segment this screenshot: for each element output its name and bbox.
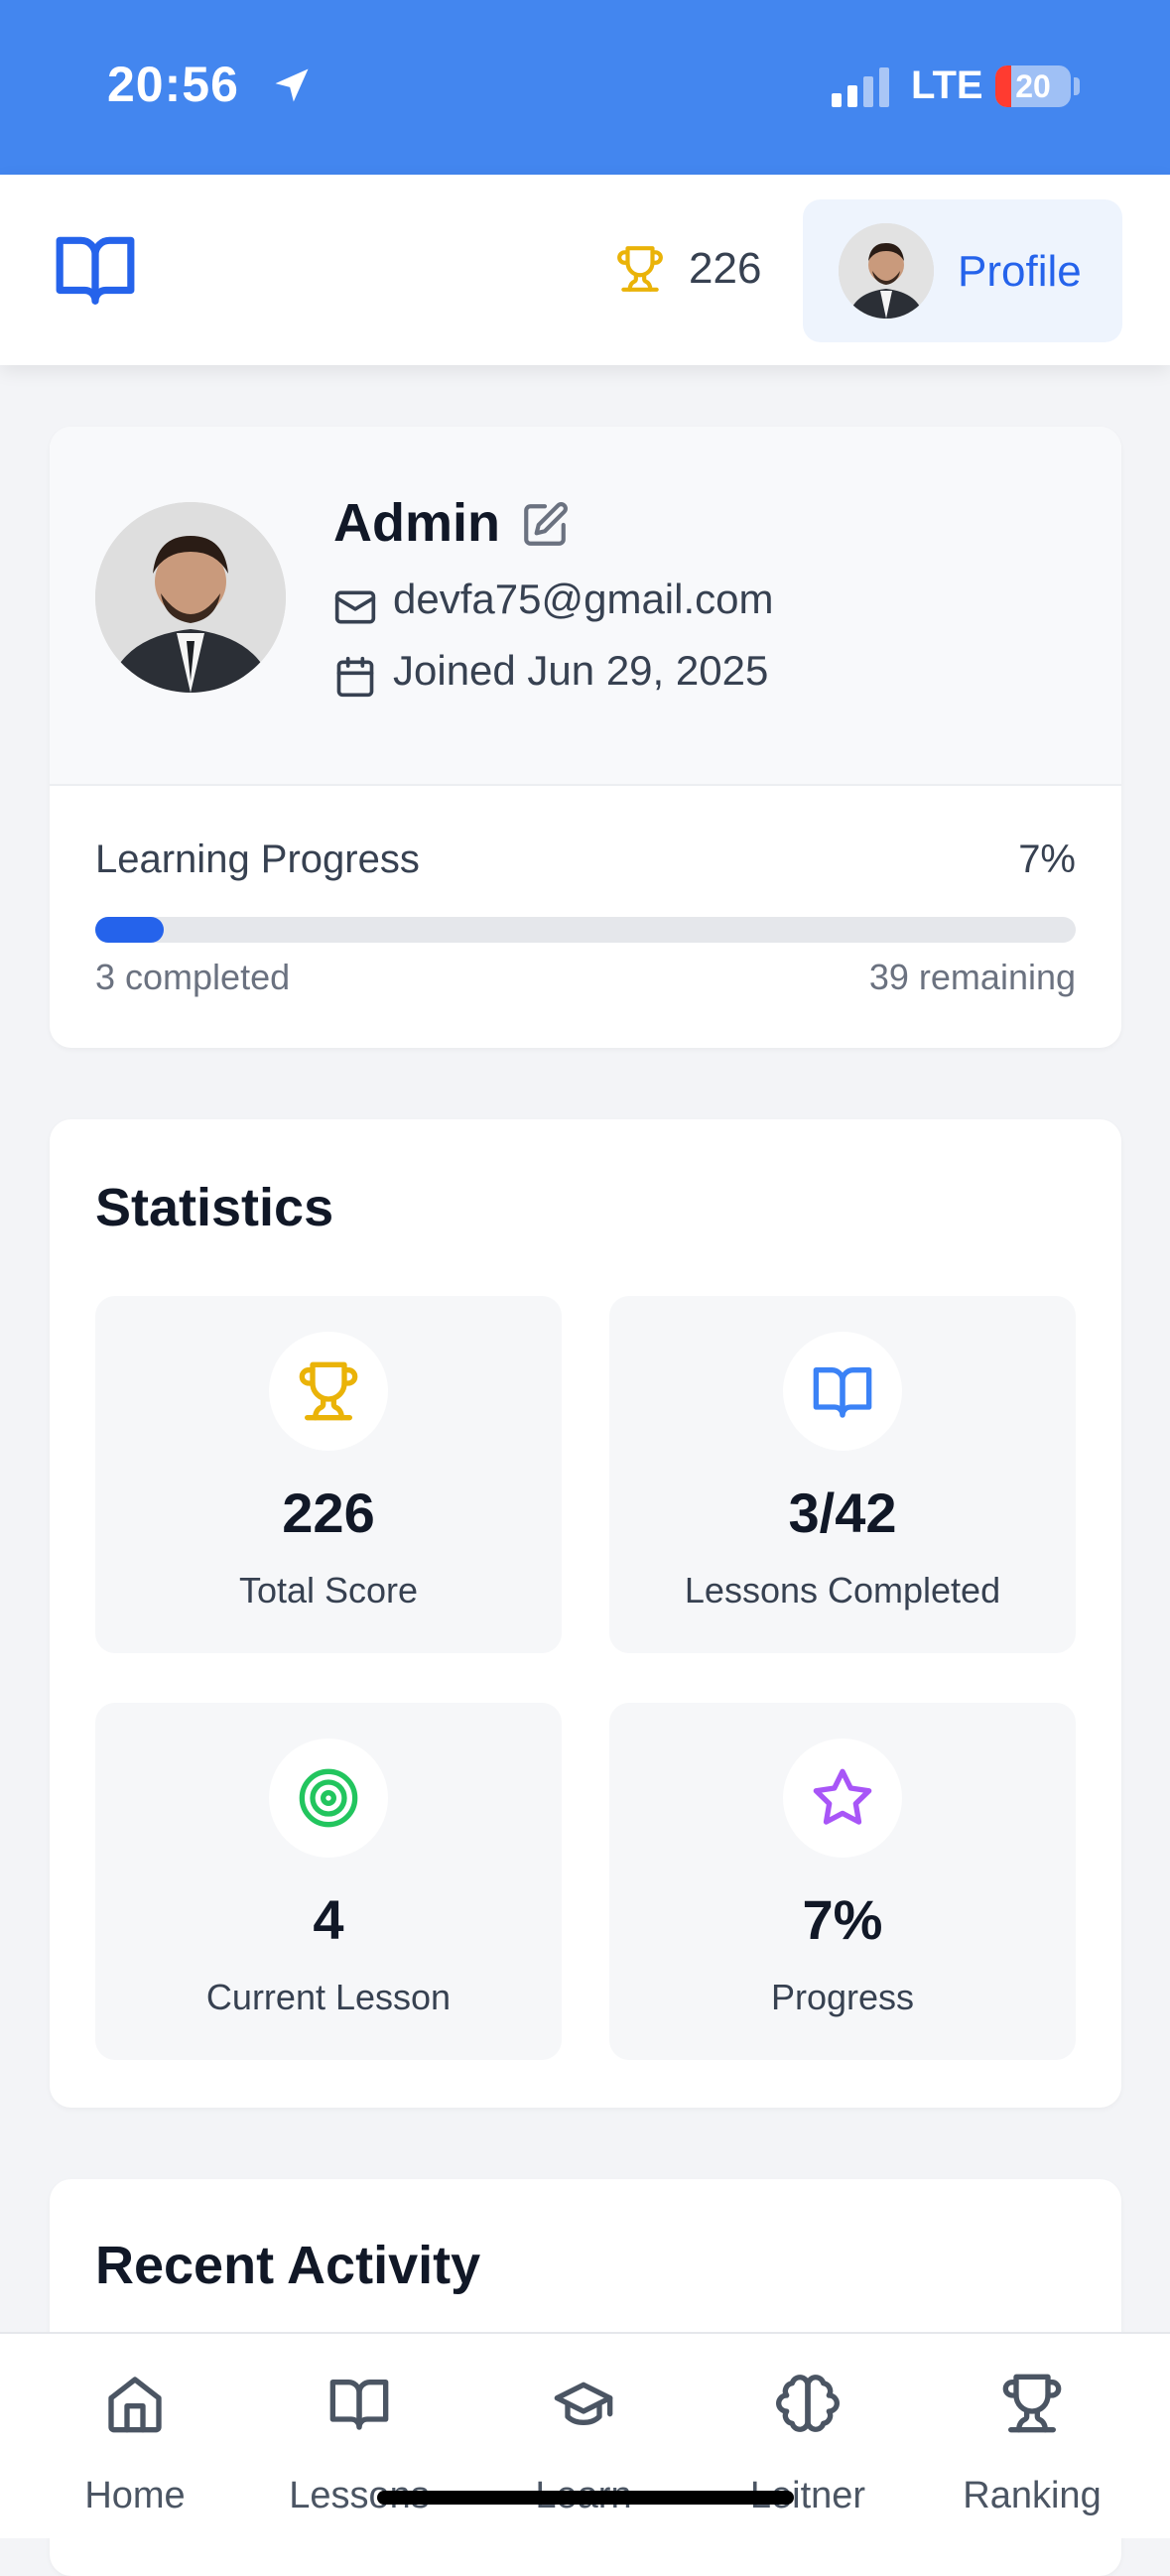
calendar-icon bbox=[336, 656, 374, 698]
stat-value: 7% bbox=[802, 1888, 883, 1951]
trophy-icon bbox=[1002, 2374, 1062, 2433]
progress-bar-fill bbox=[95, 917, 165, 943]
progress-bar bbox=[95, 917, 1076, 943]
nav-ranking[interactable]: Ranking bbox=[933, 2334, 1131, 2538]
network-type: LTE bbox=[911, 64, 983, 107]
brain-icon bbox=[776, 2375, 840, 2432]
home-indicator[interactable] bbox=[377, 2491, 794, 2505]
stat-icon-circle bbox=[783, 1332, 902, 1451]
header-score: 226 bbox=[689, 244, 762, 293]
completed-count: 3 completed bbox=[95, 957, 291, 997]
stat-icon-circle bbox=[269, 1332, 388, 1451]
avatar bbox=[839, 223, 934, 319]
open-book-icon[interactable] bbox=[50, 226, 141, 312]
remaining-count: 39 remaining bbox=[868, 957, 1076, 997]
nav-lessons[interactable]: Lessons bbox=[260, 2334, 458, 2538]
target-icon bbox=[299, 1768, 358, 1828]
statistics-title: Statistics bbox=[95, 1178, 334, 1237]
trophy-icon bbox=[617, 246, 663, 292]
battery-icon: 20 bbox=[995, 65, 1071, 107]
stat-label: Lessons Completed bbox=[684, 1570, 1001, 1610]
nav-label: Ranking bbox=[963, 2475, 1102, 2516]
stat-value: 3/42 bbox=[788, 1481, 897, 1544]
location-arrow-icon bbox=[275, 68, 309, 102]
profile-avatar bbox=[95, 502, 286, 693]
stat-label: Progress bbox=[770, 1977, 915, 2017]
bottom-navigation: Home Lessons Learn Leitner Ranking bbox=[0, 2332, 1170, 2538]
progress-percent: 7% bbox=[1018, 837, 1076, 881]
user-joined-date: Joined Jun 29, 2025 bbox=[393, 647, 769, 694]
trophy-icon bbox=[299, 1361, 358, 1421]
nav-label: Home bbox=[84, 2475, 186, 2516]
book-icon bbox=[813, 1367, 872, 1418]
stat-label: Total Score bbox=[238, 1570, 419, 1610]
nav-leitner[interactable]: Leitner bbox=[709, 2334, 907, 2538]
statistics-card: Statistics 226 Total Score 3/42 Lessons … bbox=[50, 1119, 1121, 2108]
recent-activity-title: Recent Activity bbox=[95, 2236, 481, 2295]
profile-button-label: Profile bbox=[958, 247, 1082, 296]
user-email: devfa75@gmail.com bbox=[393, 576, 774, 622]
home-icon bbox=[108, 2377, 162, 2433]
nav-learn[interactable]: Learn bbox=[484, 2334, 683, 2538]
star-icon bbox=[813, 1768, 872, 1825]
stat-lessons-completed: 3/42 Lessons Completed bbox=[609, 1296, 1076, 1653]
progress-title: Learning Progress bbox=[95, 837, 420, 881]
status-time: 20:56 bbox=[107, 57, 239, 112]
stat-icon-circle bbox=[783, 1739, 902, 1858]
edit-icon[interactable] bbox=[520, 500, 570, 550]
app-header: 226 Profile bbox=[0, 175, 1170, 365]
stat-icon-circle bbox=[269, 1739, 388, 1858]
book-icon bbox=[329, 2380, 389, 2430]
graduation-cap-icon bbox=[554, 2382, 613, 2425]
stat-total-score: 226 Total Score bbox=[95, 1296, 562, 1653]
profile-card: Admin devfa75@gmail.com Joined Jun 29, 2… bbox=[50, 427, 1121, 1048]
stat-current-lesson: 4 Current Lesson bbox=[95, 1703, 562, 2060]
nav-home[interactable]: Home bbox=[36, 2334, 234, 2538]
status-bar: 20:56 LTE 20 bbox=[0, 0, 1170, 175]
mail-icon bbox=[334, 590, 376, 624]
battery-nub bbox=[1074, 77, 1080, 95]
profile-summary: Admin devfa75@gmail.com Joined Jun 29, 2… bbox=[50, 427, 1121, 786]
stat-progress: 7% Progress bbox=[609, 1703, 1076, 2060]
stat-label: Current Lesson bbox=[205, 1977, 452, 2017]
battery-level: 20 bbox=[1015, 68, 1051, 104]
stat-value: 4 bbox=[313, 1888, 344, 1951]
stat-value: 226 bbox=[282, 1481, 375, 1544]
user-name: Admin bbox=[333, 493, 500, 553]
signal-icon bbox=[832, 67, 889, 107]
profile-button[interactable]: Profile bbox=[803, 199, 1122, 342]
